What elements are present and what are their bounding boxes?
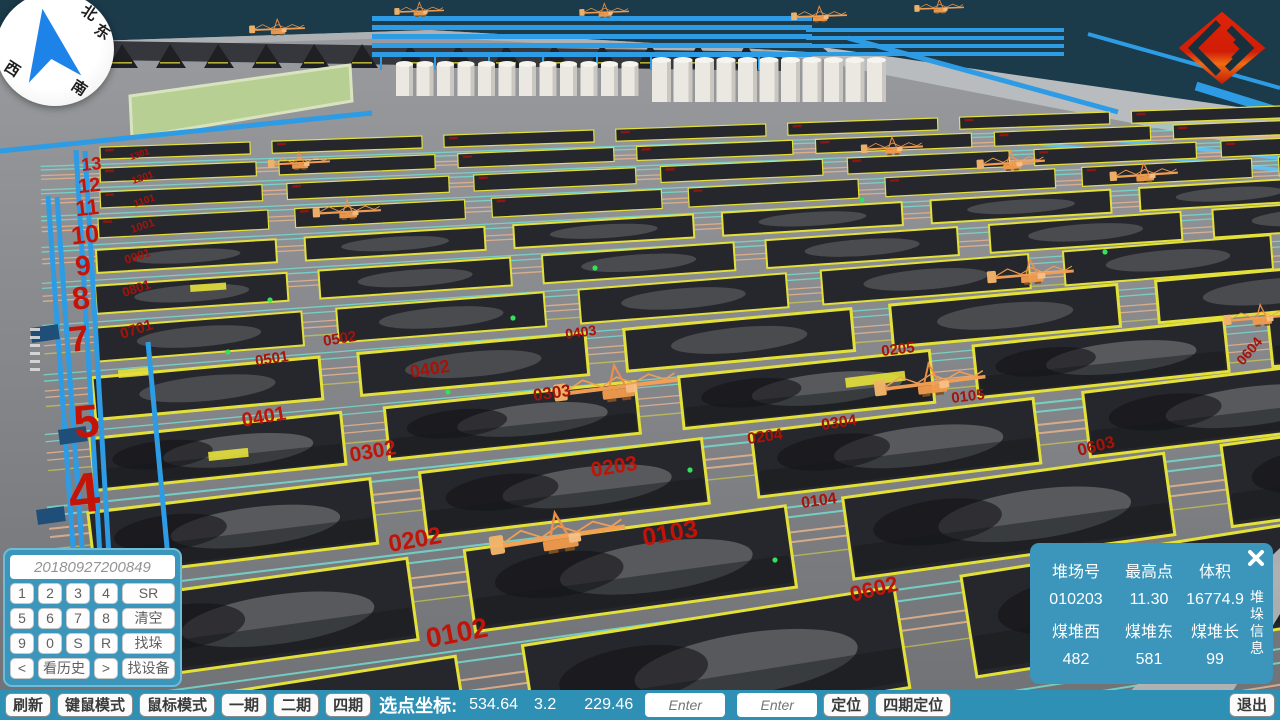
info-header: 煤堆长 <box>1184 618 1246 642</box>
history-keypad-panel: 1234SR5678清空90SR找垛 <看历史>找设备 <box>3 548 182 687</box>
phase1-button[interactable]: 一期 <box>221 693 267 717</box>
key-8[interactable]: 8 <box>94 608 118 629</box>
key-0[interactable]: 0 <box>38 633 62 654</box>
keypad-nav-keys: <看历史>找设备 <box>10 658 175 679</box>
bottom-toolbar: 刷新 键鼠模式 鼠标模式 一期 二期 四期 选点坐标: 534.64 3.2 2… <box>0 690 1280 720</box>
info-value: 010203 <box>1038 591 1114 609</box>
phase4-locate-button[interactable]: 四期定位 <box>875 693 951 717</box>
info-value: 482 <box>1038 651 1114 669</box>
mouse-mode-button[interactable]: 鼠标模式 <box>139 693 215 717</box>
enter-input-2[interactable] <box>737 693 817 717</box>
phase2-button[interactable]: 二期 <box>273 693 319 717</box>
key-next[interactable]: > <box>94 658 118 679</box>
info-value: 99 <box>1184 651 1246 669</box>
key-3[interactable]: 3 <box>66 583 90 604</box>
key-6[interactable]: 6 <box>38 608 62 629</box>
row-number-label: 13 <box>80 153 102 175</box>
key-S[interactable]: S <box>66 633 90 654</box>
row-number-label: 4 <box>65 460 103 526</box>
info-header: 体积 <box>1184 558 1246 582</box>
history-query-input[interactable] <box>10 555 175 579</box>
keypad-keys: 1234SR5678清空90SR找垛 <box>10 583 175 654</box>
compass[interactable]: 北 东 西 南 <box>0 0 114 106</box>
key-找垛[interactable]: 找垛 <box>122 633 175 654</box>
key-1[interactable]: 1 <box>10 583 34 604</box>
row-number-label: 7 <box>67 317 91 360</box>
info-value: 16774.9 <box>1184 591 1246 609</box>
info-header: 煤堆东 <box>1114 618 1184 642</box>
info-value: 581 <box>1114 651 1184 669</box>
key-SR[interactable]: SR <box>122 583 175 604</box>
company-logo <box>1174 10 1270 86</box>
key-find-device[interactable]: 找设备 <box>122 658 175 679</box>
key-prev[interactable]: < <box>10 658 34 679</box>
pile-info-grid: 堆场号 最高点 体积 010203 11.30 16774.9 煤堆西 煤堆东 … <box>1038 555 1246 680</box>
info-header: 煤堆西 <box>1038 618 1114 642</box>
key-7[interactable]: 7 <box>66 608 90 629</box>
key-9[interactable]: 9 <box>10 633 34 654</box>
phase4-button[interactable]: 四期 <box>325 693 371 717</box>
panel-side-title: 堆垛信息 <box>1248 589 1266 680</box>
picked-point-x: 534.64 <box>469 696 518 714</box>
enter-input-1[interactable] <box>645 693 725 717</box>
key-2[interactable]: 2 <box>38 583 62 604</box>
keyboard-mouse-mode-button[interactable]: 键鼠模式 <box>57 693 133 717</box>
app-window: 1301120111011001090108010701050105020403… <box>0 0 1280 720</box>
close-icon[interactable] <box>1247 549 1265 567</box>
locate-button[interactable]: 定位 <box>823 693 869 717</box>
picked-point-y: 3.2 <box>534 696 556 714</box>
picked-point-z: 229.46 <box>584 696 633 714</box>
key-R[interactable]: R <box>94 633 118 654</box>
key-5[interactable]: 5 <box>10 608 34 629</box>
row-number-label: 10 <box>70 220 101 251</box>
row-number-label: 5 <box>71 394 102 448</box>
info-header: 堆场号 <box>1038 558 1114 582</box>
row-number-label: 9 <box>74 249 93 281</box>
key-4[interactable]: 4 <box>94 583 118 604</box>
picked-point-label: 选点坐标: <box>379 692 457 718</box>
pile-info-panel: 堆场号 最高点 体积 010203 11.30 16774.9 煤堆西 煤堆东 … <box>1030 543 1273 684</box>
row-number-label: 11 <box>74 194 100 221</box>
info-value: 11.30 <box>1114 591 1184 609</box>
key-清空[interactable]: 清空 <box>122 608 175 629</box>
refresh-button[interactable]: 刷新 <box>5 693 51 717</box>
key-history[interactable]: 看历史 <box>38 658 90 679</box>
compass-arrow-icon <box>0 0 114 106</box>
info-header: 最高点 <box>1114 558 1184 582</box>
exit-button[interactable]: 退出 <box>1229 693 1275 717</box>
row-number-label: 8 <box>70 279 91 317</box>
